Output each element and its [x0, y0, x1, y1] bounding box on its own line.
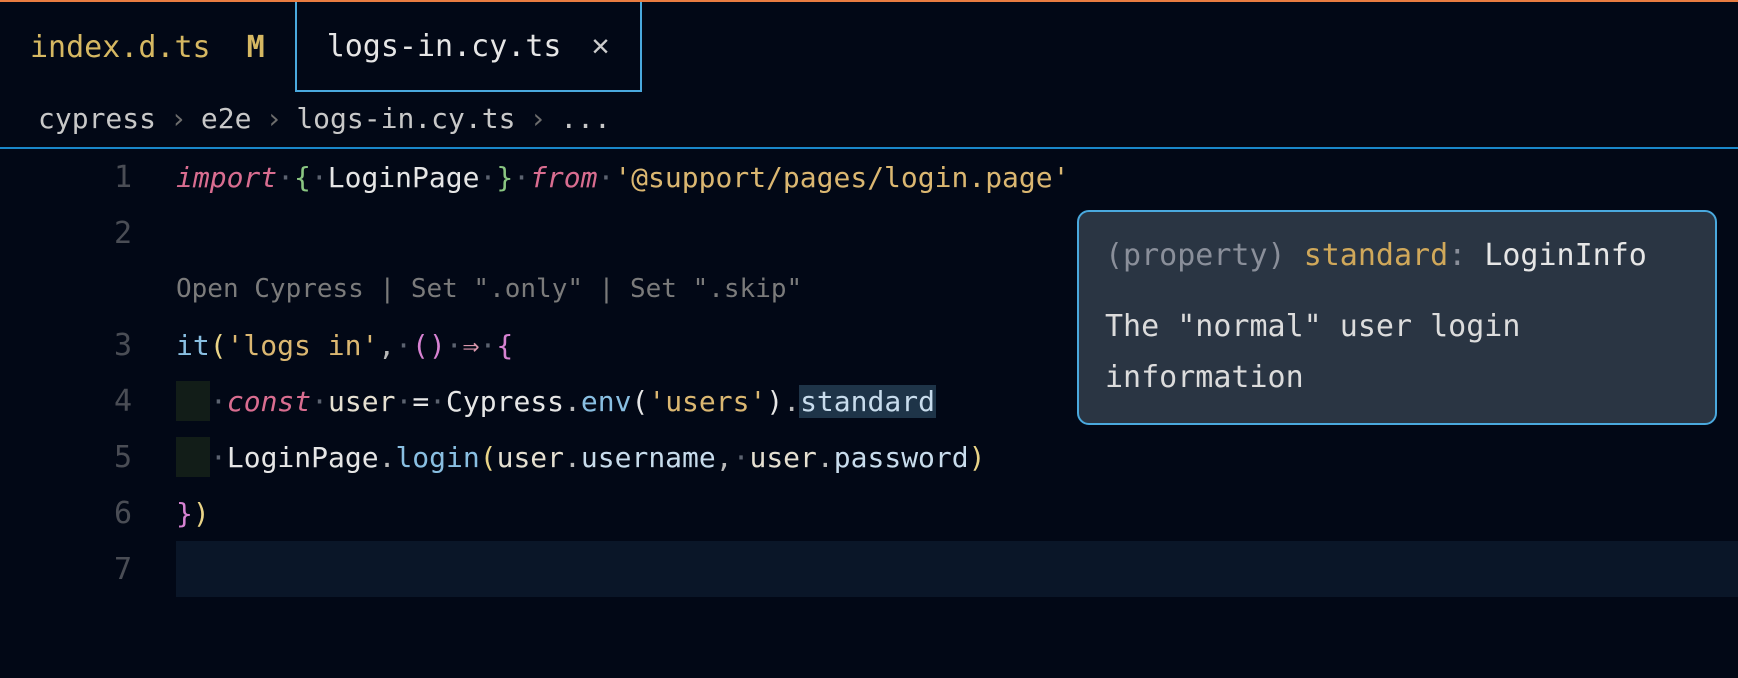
whitespace-dot: ·: [210, 441, 227, 474]
tab-bar: index.d.ts M logs-in.cy.ts ✕: [0, 0, 1738, 92]
whitespace-dot: ·: [395, 385, 412, 418]
line-number: 6: [0, 485, 132, 541]
code-editor[interactable]: 1 2 3 4 5 6 7 import·{·LoginPage·}·from·…: [0, 149, 1738, 678]
chevron-right-icon: ›: [170, 102, 187, 135]
line-number: 4: [0, 373, 132, 429]
method-login: login: [395, 441, 479, 474]
whitespace-dot: ·: [513, 161, 530, 194]
paren: ): [766, 385, 783, 418]
code-area[interactable]: import·{·LoginPage·}·from·'@support/page…: [176, 149, 1738, 678]
brace: {: [294, 161, 311, 194]
codelens-set-skip[interactable]: Set ".skip": [630, 274, 802, 304]
paren: ): [193, 497, 210, 530]
method-env: env: [581, 385, 632, 418]
property-standard[interactable]: standard: [799, 385, 936, 418]
codelens-open-cypress[interactable]: Open Cypress: [176, 274, 364, 304]
brace: }: [176, 497, 193, 530]
string-literal: 'logs in': [227, 329, 379, 362]
dot: .: [564, 385, 581, 418]
tab-label: logs-in.cy.ts: [327, 29, 562, 64]
line-number: 5: [0, 429, 132, 485]
close-icon[interactable]: ✕: [592, 31, 610, 61]
paren: (: [210, 329, 227, 362]
property-username: username: [581, 441, 716, 474]
tab-index-d-ts[interactable]: index.d.ts M: [0, 2, 295, 92]
line-number: 3: [0, 317, 132, 373]
whitespace-dot: ·: [277, 161, 294, 194]
comma: ,: [378, 329, 395, 362]
string-literal: 'users': [648, 385, 766, 418]
chevron-right-icon: ›: [265, 102, 282, 135]
editor-window: index.d.ts M logs-in.cy.ts ✕ cypress › e…: [0, 0, 1738, 678]
identifier-loginpage: LoginPage: [227, 441, 379, 474]
tab-label: index.d.ts: [30, 30, 211, 65]
whitespace-dot: ·: [597, 161, 614, 194]
code-line[interactable]: import·{·LoginPage·}·from·'@support/page…: [176, 149, 1738, 205]
line-gutter: 1 2 3 4 5 6 7: [0, 149, 176, 678]
identifier: LoginPage: [328, 161, 480, 194]
breadcrumb-segment[interactable]: ...: [560, 102, 611, 135]
breadcrumb[interactable]: cypress › e2e › logs-in.cy.ts › ...: [0, 92, 1738, 149]
dot: .: [564, 441, 581, 474]
comma: ,: [716, 441, 733, 474]
hover-prop-name: standard: [1304, 238, 1449, 273]
paren: (: [631, 385, 648, 418]
dot: .: [817, 441, 834, 474]
tab-modified-badge: M: [247, 30, 265, 65]
indent-guide: [176, 437, 210, 477]
hover-tooltip: (property) standard: LoginInfo The "norm…: [1077, 210, 1717, 425]
whitespace-dot: ·: [311, 385, 328, 418]
code-line[interactable]: [176, 541, 1738, 597]
whitespace-dot: ·: [395, 329, 412, 362]
breadcrumb-segment[interactable]: e2e: [201, 102, 252, 135]
chevron-right-icon: ›: [529, 102, 546, 135]
fn-it: it: [176, 329, 210, 362]
whitespace-dot: ·: [210, 385, 227, 418]
paren: ): [969, 441, 986, 474]
tab-logs-in-cy-ts[interactable]: logs-in.cy.ts ✕: [295, 2, 642, 92]
dot: .: [783, 385, 800, 418]
line-number: 7: [0, 541, 132, 597]
breadcrumb-segment[interactable]: logs-in.cy.ts: [296, 102, 515, 135]
hover-prefix: (property): [1105, 238, 1304, 273]
hover-colon: :: [1448, 238, 1484, 273]
paren: (: [480, 441, 497, 474]
keyword-const: const: [227, 385, 311, 418]
hover-description: The "normal" user login information: [1105, 301, 1689, 403]
codelens-set-only[interactable]: Set ".only": [411, 274, 583, 304]
property-password: password: [834, 441, 969, 474]
indent-guide: [176, 381, 210, 421]
line-number: 2: [0, 205, 132, 261]
whitespace-dot: ·: [479, 161, 496, 194]
hover-signature: (property) standard: LoginInfo: [1105, 230, 1689, 281]
code-line[interactable]: ·LoginPage.login(user.username,·user.pas…: [176, 429, 1738, 485]
whitespace-dot: ·: [733, 441, 750, 474]
identifier-cypress: Cypress: [446, 385, 564, 418]
identifier-user: user: [749, 441, 816, 474]
brace: }: [496, 161, 513, 194]
whitespace-dot: ·: [479, 329, 496, 362]
code-line[interactable]: }): [176, 485, 1738, 541]
whitespace-dot: ·: [446, 329, 463, 362]
whitespace-dot: ·: [311, 161, 328, 194]
paren: (): [412, 329, 446, 362]
breadcrumb-segment[interactable]: cypress: [38, 102, 156, 135]
dot: .: [379, 441, 396, 474]
brace: {: [496, 329, 513, 362]
arrow-icon: ⇒: [463, 329, 480, 362]
line-number: 1: [0, 149, 132, 205]
hover-type: LoginInfo: [1484, 238, 1647, 273]
string-literal: '@support/pages/login.page': [614, 161, 1069, 194]
identifier-user: user: [497, 441, 564, 474]
equals: =: [412, 385, 429, 418]
keyword-import: import: [176, 161, 277, 194]
whitespace-dot: ·: [429, 385, 446, 418]
gutter-spacer: [0, 261, 132, 317]
identifier-user: user: [328, 385, 395, 418]
keyword-from: from: [530, 161, 597, 194]
